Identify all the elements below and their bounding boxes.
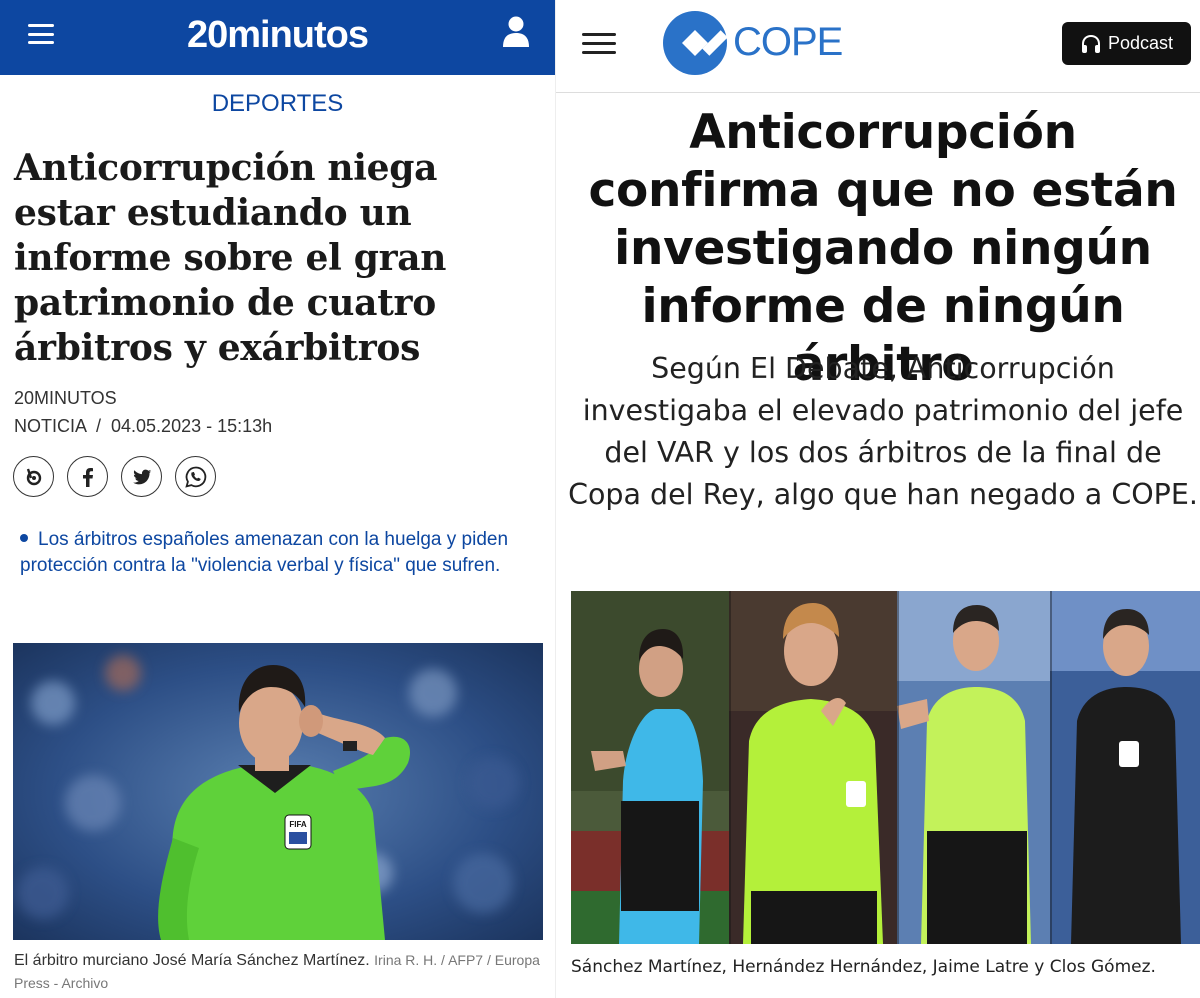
- header-divider: [556, 92, 1200, 93]
- bullet-icon: [20, 534, 28, 543]
- brand-logo[interactable]: COPE: [662, 9, 843, 76]
- referees-collage-illustration: [571, 591, 1200, 944]
- related-link-text[interactable]: Los árbitros españoles amenazan con la h…: [20, 529, 508, 576]
- photo-caption: El árbitro murciano José María Sánchez M…: [14, 949, 544, 995]
- whatsapp-icon[interactable]: [175, 456, 216, 497]
- section-label[interactable]: DEPORTES: [0, 90, 555, 118]
- menu-icon[interactable]: [582, 33, 616, 54]
- header-bar: 20minutos: [0, 0, 555, 75]
- brand-logo[interactable]: 20minutos: [0, 14, 555, 57]
- related-article-link[interactable]: Los árbitros españoles amenazan con la h…: [20, 527, 530, 578]
- bluesky-icon[interactable]: [13, 456, 54, 497]
- author: 20MINUTOS: [14, 388, 117, 408]
- headline: Anticorrupción niega estar estudiando un…: [14, 147, 447, 369]
- podcast-button[interactable]: Podcast: [1062, 22, 1191, 65]
- photo-caption: Sánchez Martínez, Hernández Hernández, J…: [571, 957, 1156, 977]
- caption-text: El árbitro murciano José María Sánchez M…: [14, 952, 370, 969]
- article-photo: [571, 591, 1200, 944]
- share-buttons: [13, 456, 216, 497]
- article-meta: NOTICIA / 04.05.2023 - 15:13h: [14, 416, 273, 436]
- podcast-label: Podcast: [1107, 33, 1174, 53]
- cope-logo-icon: [663, 10, 728, 75]
- article-photo: FIFA: [13, 643, 543, 940]
- facebook-icon[interactable]: [67, 456, 108, 497]
- article-cope: COPE Podcast Anticorrupción confirma que…: [556, 0, 1200, 998]
- user-icon[interactable]: [501, 15, 531, 49]
- subheadline: Según El Debate, Anticorrupción investig…: [568, 352, 1198, 511]
- twitter-icon[interactable]: [121, 456, 162, 497]
- headphones-icon: [1081, 34, 1100, 53]
- cope-wordmark: COPE: [733, 20, 843, 64]
- article-20minutos: 20minutos DEPORTES Anticorrupción niega …: [0, 0, 555, 998]
- referee-photo-illustration: FIFA: [13, 643, 543, 940]
- fifa-badge-text: FIFA: [289, 820, 307, 829]
